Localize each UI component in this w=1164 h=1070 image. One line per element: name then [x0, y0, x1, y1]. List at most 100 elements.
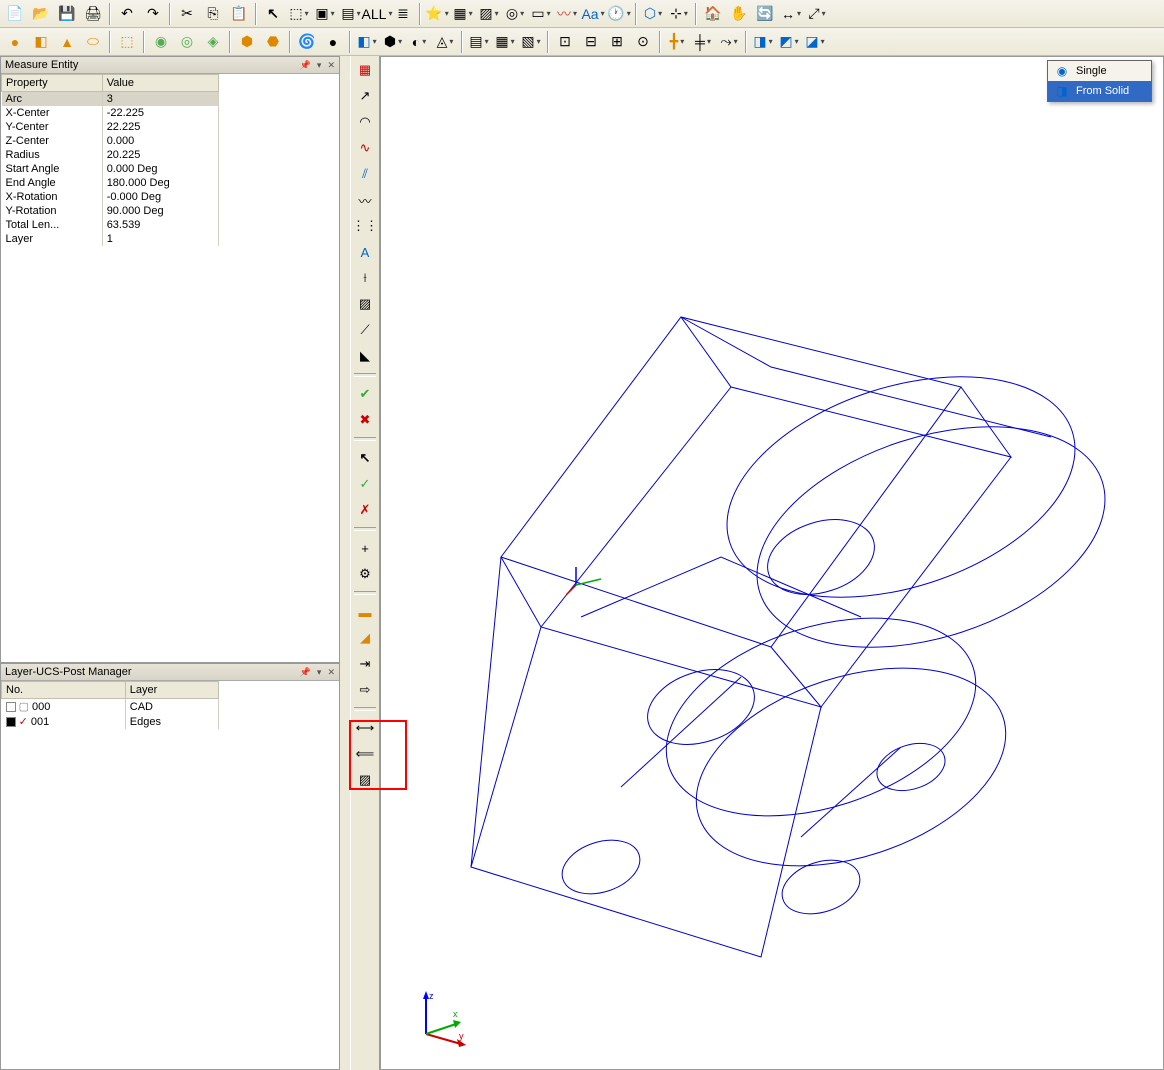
text-aa-icon[interactable]: Aa	[581, 2, 605, 26]
extend-right-icon[interactable]: ⇥	[353, 652, 377, 676]
view-iso-dropdown[interactable]: ⬢	[381, 30, 405, 54]
select-cursor-icon[interactable]: ↖	[353, 446, 377, 470]
all-dropdown[interactable]: ALL	[365, 2, 389, 26]
view-tri-dropdown[interactable]: ◬	[433, 30, 457, 54]
measure-h-icon[interactable]: ▬	[353, 600, 377, 624]
open-file-icon[interactable]: 📂	[29, 2, 53, 26]
gear-icon[interactable]: ⚙	[353, 562, 377, 586]
col-layer[interactable]: Layer	[125, 682, 218, 699]
accept-icon[interactable]: ✔	[353, 382, 377, 406]
select-hatch-icon[interactable]: ▨	[353, 292, 377, 316]
table-row[interactable]: ▢ 000CAD	[2, 699, 219, 715]
grid-icon[interactable]: ╋	[665, 30, 689, 54]
filter-dropdown-icon[interactable]: ▣	[313, 2, 337, 26]
dropdown-item[interactable]: ◉Single	[1048, 61, 1151, 81]
pin-icon[interactable]: 📌	[300, 60, 311, 71]
cut-icon[interactable]: ✂	[175, 2, 199, 26]
cone-icon[interactable]: ▲	[55, 30, 79, 54]
subtract-icon[interactable]: ◎	[175, 30, 199, 54]
select-wave-icon[interactable]: 〰	[353, 188, 377, 212]
wave-dropdown-icon[interactable]: 〰	[555, 2, 579, 26]
select-edge-icon[interactable]: ⫽	[353, 162, 377, 186]
select-rect-icon[interactable]: ▦	[353, 58, 377, 82]
layer-dropdown[interactable]: ▤	[467, 30, 491, 54]
wireframe-view-icon[interactable]: ⬡	[641, 2, 665, 26]
col-property[interactable]: Property	[2, 75, 103, 92]
refresh-dropdown-icon[interactable]: 🕐	[607, 2, 631, 26]
dim-v-icon[interactable]: ⟸	[353, 742, 377, 766]
home-view-icon[interactable]: 🏠	[701, 2, 725, 26]
dropdown-icon[interactable]: ▾	[317, 60, 322, 71]
measure-angle-icon[interactable]: ◢	[353, 626, 377, 650]
close-icon[interactable]: ✕	[327, 667, 335, 678]
copy-icon[interactable]: ⎘	[201, 2, 225, 26]
shell2-icon[interactable]: ⬣	[261, 30, 285, 54]
table-row[interactable]: ✓ 001Edges	[2, 714, 219, 729]
spin-icon[interactable]: 🌀	[295, 30, 319, 54]
table-row[interactable]: Y-Rotation90.000 Deg	[2, 204, 219, 218]
paste-icon[interactable]: 📋	[227, 2, 251, 26]
snap-center-icon[interactable]: ⊙	[631, 30, 655, 54]
select-flag-icon[interactable]: ◣	[353, 344, 377, 368]
diagonal-dropdown-icon[interactable]: ▨	[477, 2, 501, 26]
close-icon[interactable]: ✕	[327, 60, 335, 71]
new-file-icon[interactable]: 📄	[3, 2, 27, 26]
check-icon[interactable]: ✓	[353, 472, 377, 496]
cylinder-icon[interactable]: ⬭	[81, 30, 105, 54]
select-arc-icon[interactable]: ◠	[353, 110, 377, 134]
save-icon[interactable]: 💾	[55, 2, 79, 26]
col-no[interactable]: No.	[2, 682, 126, 699]
bullet-icon[interactable]: ≣	[391, 2, 415, 26]
rect-dropdown-icon[interactable]: ▭	[529, 2, 553, 26]
zoom-dropdown-icon[interactable]: ↔	[779, 2, 803, 26]
select-dots-icon[interactable]: ⋮⋮	[353, 214, 377, 238]
select-dim-icon[interactable]: ⟊	[353, 266, 377, 290]
view-cube-dropdown[interactable]: ◧	[355, 30, 379, 54]
undo-icon[interactable]: ↶	[115, 2, 139, 26]
dropdown-icon[interactable]: ▾	[317, 667, 322, 678]
rotate-icon[interactable]: 🔄	[753, 2, 777, 26]
select-line-icon[interactable]: ↗	[353, 84, 377, 108]
table-row[interactable]: X-Rotation-0.000 Deg	[2, 190, 219, 204]
cube-edge-dropdown[interactable]: ◩	[777, 30, 801, 54]
axis-dropdown-icon[interactable]: ⊹	[667, 2, 691, 26]
plus-icon[interactable]: +	[353, 536, 377, 560]
star-dropdown-icon[interactable]: ⭐	[425, 2, 449, 26]
sphere-icon[interactable]: ●	[3, 30, 27, 54]
circle-dropdown-icon[interactable]: ◎	[503, 2, 527, 26]
view-fan-dropdown[interactable]: ◐	[407, 30, 431, 54]
ruler-icon[interactable]: ╪	[691, 30, 715, 54]
table-row[interactable]: Total Len...63.539	[2, 218, 219, 232]
select-curve-icon[interactable]: ∿	[353, 136, 377, 160]
dim-h-icon[interactable]: ⟷	[353, 716, 377, 740]
layer3-dropdown[interactable]: ▧	[519, 30, 543, 54]
col-value[interactable]: Value	[102, 75, 218, 92]
snap-point-icon[interactable]: ⊡	[553, 30, 577, 54]
table-row[interactable]: Y-Center22.225	[2, 120, 219, 134]
extend-icon[interactable]: ⤳	[717, 30, 741, 54]
snap-mid-icon[interactable]: ⊟	[579, 30, 603, 54]
table-row[interactable]: Radius20.225	[2, 148, 219, 162]
cube-face-dropdown[interactable]: ◪	[803, 30, 827, 54]
table-row[interactable]: X-Center-22.225	[2, 106, 219, 120]
pan-icon[interactable]: ✋	[727, 2, 751, 26]
indent-dropdown-icon[interactable]: ▤	[339, 2, 363, 26]
pin-icon[interactable]: 📌	[300, 667, 311, 678]
shell-icon[interactable]: ⬢	[235, 30, 259, 54]
redo-icon[interactable]: ↷	[141, 2, 165, 26]
print-icon[interactable]: 🖨	[81, 2, 105, 26]
table-row[interactable]: Z-Center0.000	[2, 134, 219, 148]
table-row[interactable]: Start Angle0.000 Deg	[2, 162, 219, 176]
layer2-dropdown[interactable]: ▦	[493, 30, 517, 54]
reject-icon[interactable]: ✖	[353, 408, 377, 432]
zoom-fit-icon[interactable]: ⤢	[805, 2, 829, 26]
table-row[interactable]: End Angle180.000 Deg	[2, 176, 219, 190]
union-icon[interactable]: ◉	[149, 30, 173, 54]
snap-end-icon[interactable]: ⊞	[605, 30, 629, 54]
select-a-icon[interactable]: A	[353, 240, 377, 264]
box-dropdown-icon[interactable]: ▦	[451, 2, 475, 26]
3d-viewport[interactable]: z y x	[380, 56, 1164, 1070]
select-angle-icon[interactable]: ⟋	[353, 318, 377, 342]
select-arrow-icon[interactable]: ↖	[261, 2, 285, 26]
select-dropdown-icon[interactable]: ⬚	[287, 2, 311, 26]
